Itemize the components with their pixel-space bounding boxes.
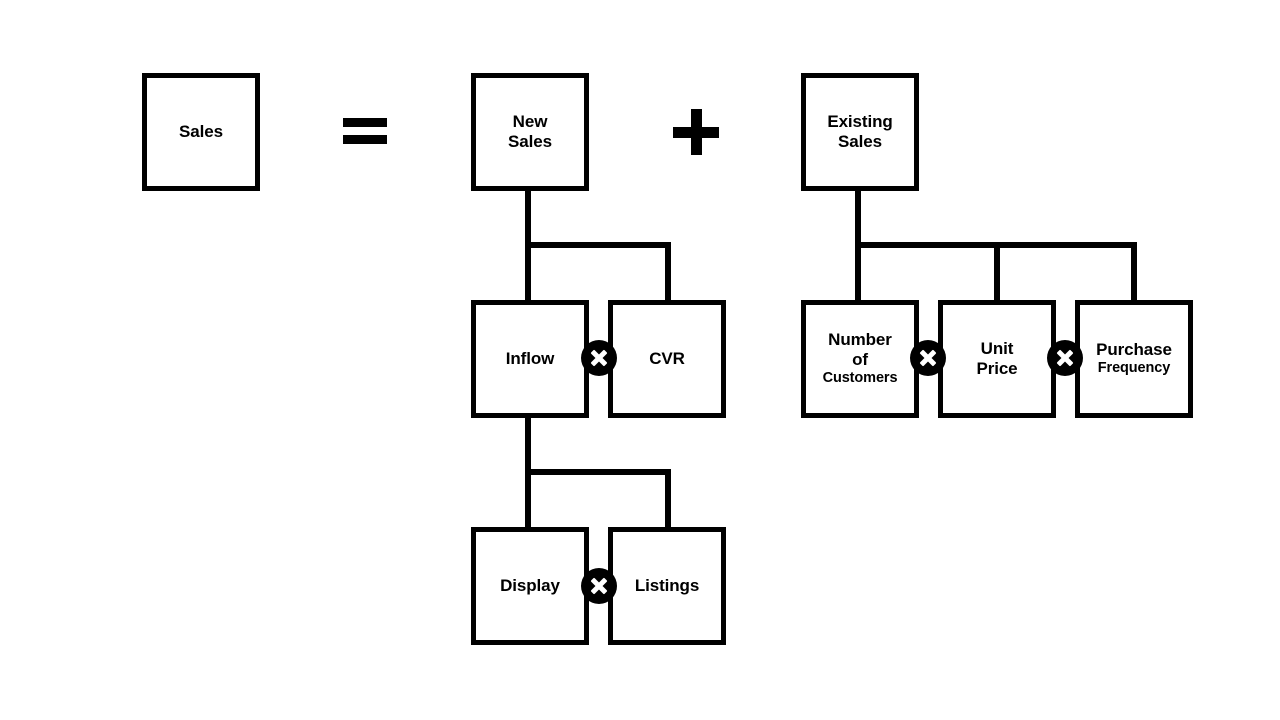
node-display-label: Display: [500, 575, 560, 595]
node-purchase-frequency[interactable]: Purchase Frequency: [1075, 300, 1193, 418]
node-existing-sales-label: Existing Sales: [827, 111, 893, 151]
node-new-sales[interactable]: New Sales: [471, 73, 589, 191]
connector-listings-down: [665, 469, 671, 533]
operator-plus: [673, 109, 719, 155]
node-inflow-label: Inflow: [505, 348, 555, 368]
connector-inflow-across: [525, 469, 671, 475]
node-unit-price-label: Unit Price: [976, 338, 1018, 378]
connector-cvr-down: [665, 242, 671, 306]
multiply-icon-display-listings: [581, 568, 617, 604]
node-cvr-label: CVR: [649, 348, 685, 368]
node-listings-label: Listings: [634, 575, 700, 595]
node-cvr[interactable]: CVR: [608, 300, 726, 418]
node-existing-sales[interactable]: Existing Sales: [801, 73, 919, 191]
connector-newsales-across: [525, 242, 671, 248]
multiply-icon-customers-unitprice: [910, 340, 946, 376]
node-inflow[interactable]: Inflow: [471, 300, 589, 418]
node-unit-price[interactable]: Unit Price: [938, 300, 1056, 418]
node-new-sales-label: New Sales: [508, 111, 552, 151]
node-listings[interactable]: Listings: [608, 527, 726, 645]
node-number-of-customers-label: Number of Customers: [822, 330, 898, 387]
connector-unitprice-down: [994, 242, 1000, 306]
node-display[interactable]: Display: [471, 527, 589, 645]
multiply-icon-unitprice-frequency: [1047, 340, 1083, 376]
node-number-of-customers[interactable]: Number of Customers: [801, 300, 919, 418]
multiply-icon-inflow-cvr: [581, 340, 617, 376]
operator-equals: [343, 118, 387, 144]
node-purchase-frequency-label: Purchase Frequency: [1096, 340, 1172, 377]
diagram-canvas: Sales New Sales Existing Sales Inflow CV…: [0, 0, 1280, 720]
node-sales-label: Sales: [179, 121, 223, 141]
connector-purchasefreq-down: [1131, 242, 1137, 306]
node-sales[interactable]: Sales: [142, 73, 260, 191]
